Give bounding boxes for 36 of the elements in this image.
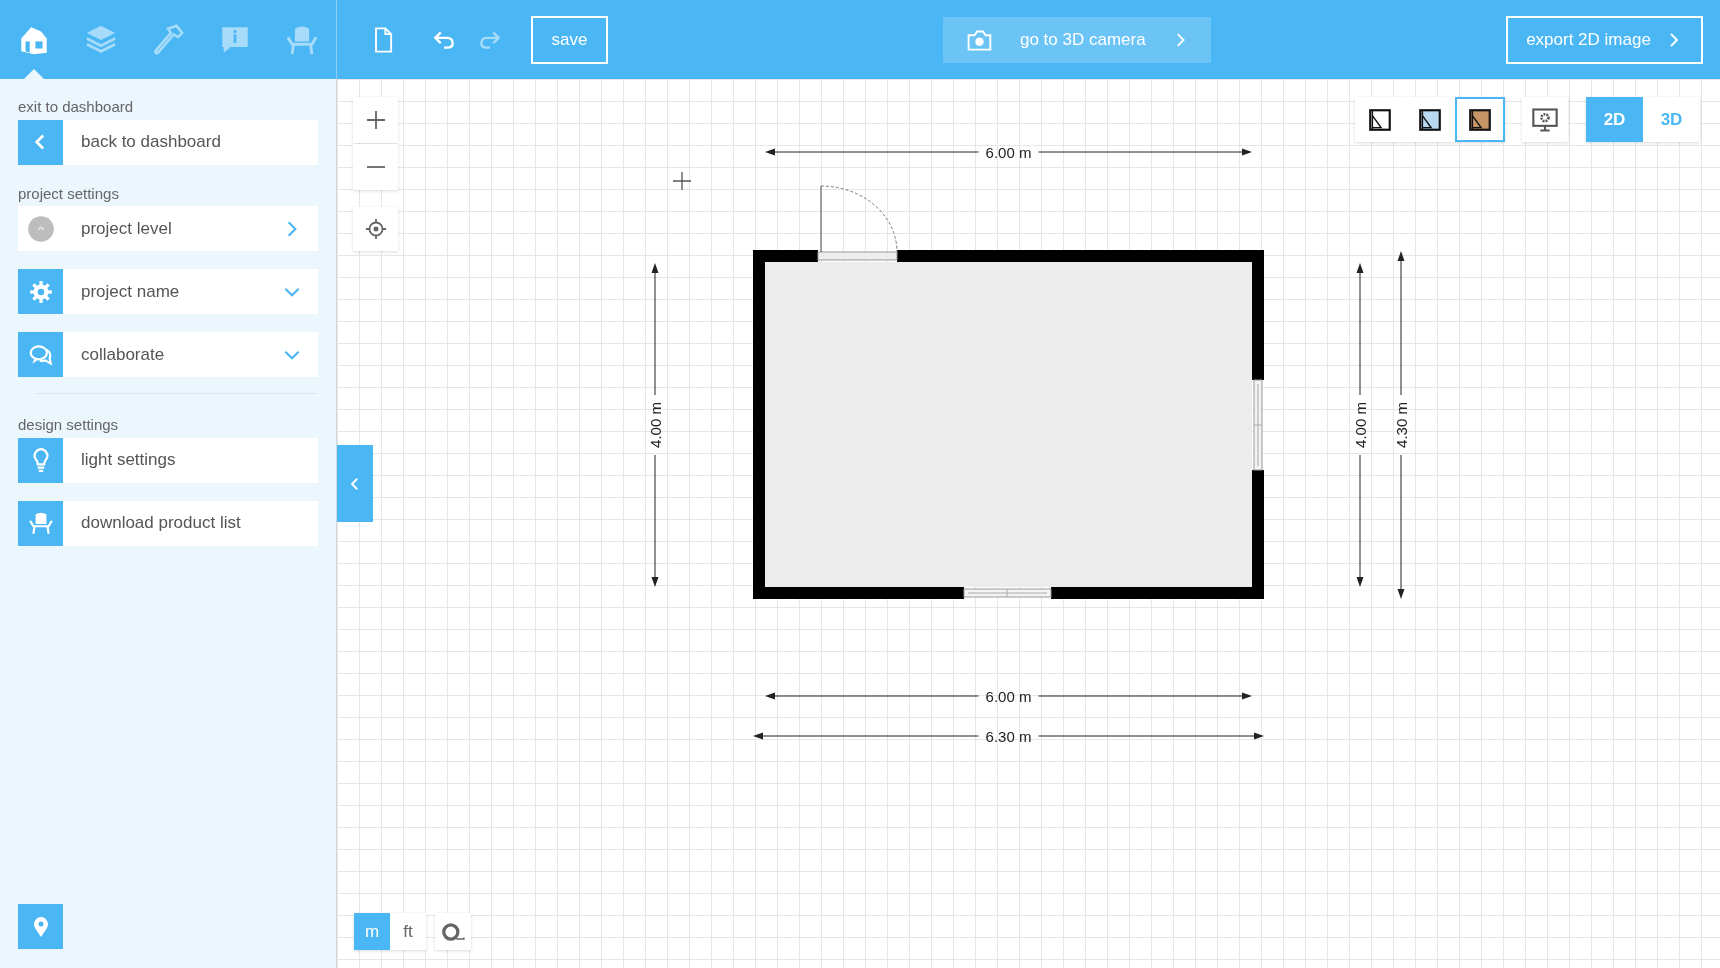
sidebar-item[interactable]: project name [18, 269, 318, 314]
dimension-label: 4.00 m [646, 402, 664, 448]
gear-icon [18, 269, 63, 314]
sidebar-item[interactable]: light settings [18, 437, 318, 483]
display-settings-button[interactable] [1522, 97, 1568, 142]
sidebar-item[interactable]: project level [18, 206, 318, 251]
textured-view-icon [1467, 106, 1493, 133]
minus-icon [366, 166, 385, 168]
dimension-label: 4.00 m [1351, 402, 1369, 448]
measuring-tape-button[interactable] [435, 913, 471, 950]
section-heading: exit to dashboard [18, 97, 135, 117]
section-heading: design settings [18, 415, 120, 435]
monitor-gear-icon [1531, 105, 1559, 134]
outline-view-icon [1367, 106, 1393, 133]
chat-icon [18, 332, 63, 377]
chair-icon [18, 500, 63, 546]
dimension-label: 4.30 m [1392, 402, 1410, 448]
locate-button[interactable] [353, 207, 398, 251]
shaded-view-button[interactable] [1405, 97, 1455, 142]
chevron-left-icon [18, 119, 63, 165]
unit-toggle[interactable]: ft [390, 913, 426, 950]
zoom-in-button[interactable] [353, 97, 398, 143]
lightbulb-icon [18, 437, 63, 483]
shaded-view-icon [1417, 106, 1443, 133]
sidebar-item[interactable]: download product list [18, 500, 318, 546]
crosshair-target-icon [363, 217, 388, 241]
section-heading: project settings [18, 183, 120, 204]
dimension-label: 6.00 m [985, 687, 1032, 705]
textured-view-button[interactable] [1455, 97, 1505, 142]
location-pin-icon[interactable] [18, 904, 63, 949]
dimension-label: 6.30 m [985, 727, 1032, 745]
crosshair-icon [672, 171, 692, 191]
dimension-label: 6.00 m [985, 143, 1032, 161]
outline-view-button[interactable] [1355, 97, 1405, 142]
sidebar-item[interactable]: collaborate [18, 332, 318, 377]
sidebar-item[interactable]: back to dashboard [18, 119, 318, 165]
